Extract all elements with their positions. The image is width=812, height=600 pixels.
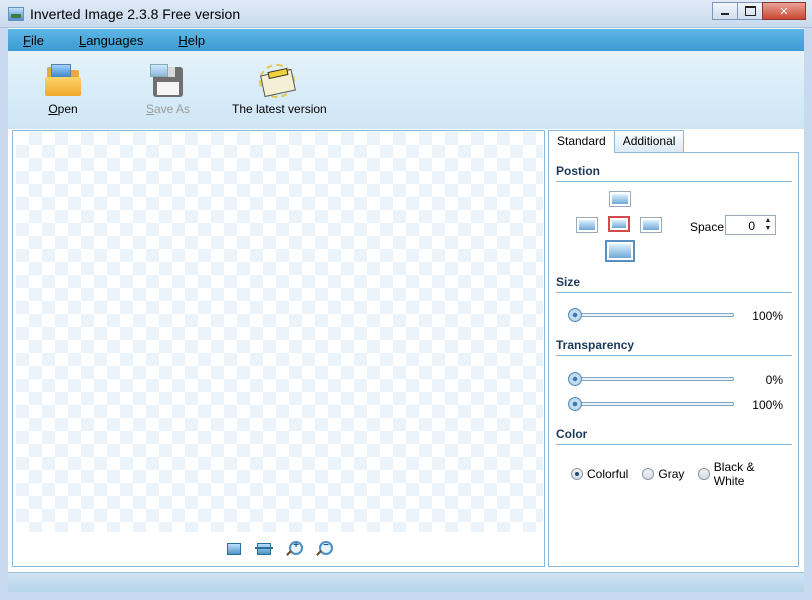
window-frame-right (804, 28, 812, 600)
radio-button-icon (698, 468, 710, 480)
position-section-title: Postion (556, 164, 792, 182)
position-center-button[interactable] (608, 216, 630, 232)
zoom-in-icon[interactable]: + (285, 540, 303, 557)
radio-gray[interactable]: Gray (642, 460, 684, 488)
position-bottom-button[interactable] (605, 240, 635, 262)
settings-tabs: Standard Additional (548, 130, 685, 153)
title-bar: Inverted Image 2.3.8 Free version ✕ (0, 0, 812, 28)
radio-colorful-label: Colorful (587, 467, 629, 481)
window-controls: ✕ (712, 2, 806, 20)
image-thumbnail-icon (612, 220, 626, 228)
maximize-button[interactable] (737, 2, 763, 20)
menu-file-label: ile (30, 32, 44, 48)
image-thumbnail-icon (612, 194, 628, 204)
slider-knob[interactable] (568, 308, 582, 322)
transparency-end-slider[interactable] (568, 397, 735, 411)
save-as-button[interactable]: Save As (138, 64, 198, 116)
position-left-button[interactable] (576, 217, 598, 233)
spin-down-icon[interactable]: ▼ (763, 225, 773, 233)
transparency-end-value: 100% (752, 398, 783, 412)
window-frame-left (0, 28, 8, 600)
position-top-button[interactable] (609, 191, 631, 207)
latest-version-label: The latest version (232, 102, 327, 116)
position-right-button[interactable] (640, 217, 662, 233)
minimize-button[interactable] (712, 2, 738, 20)
menu-languages-label: anguages (86, 32, 144, 48)
size-slider[interactable] (568, 308, 735, 322)
size-section-title: Size (556, 275, 792, 293)
settings-panel: Standard Additional Postion Space 0 ▲ ▼ … (548, 130, 799, 567)
latest-version-button[interactable]: The latest version (232, 64, 327, 116)
save-as-label: Save As (145, 102, 191, 116)
folder-open-icon (45, 64, 81, 98)
radio-gray-label: Gray (658, 467, 685, 481)
menu-languages[interactable]: Languages (64, 33, 143, 48)
slider-knob[interactable] (568, 372, 582, 386)
app-icon (8, 7, 24, 21)
transparent-canvas[interactable] (16, 132, 543, 532)
status-bar (8, 572, 804, 592)
tab-standard[interactable]: Standard (548, 130, 615, 153)
radio-black-white[interactable]: Black & White (698, 460, 784, 488)
open-button[interactable]: Open (38, 64, 88, 116)
image-preview-panel: + − (12, 130, 545, 567)
transparency-section-title: Transparency (556, 338, 792, 356)
color-mode-group: Colorful Gray Black & White (571, 460, 798, 488)
space-value: 0 (748, 219, 755, 233)
zoom-fit-icon[interactable] (225, 541, 243, 557)
transparency-start-slider[interactable] (568, 372, 735, 386)
actual-size-icon[interactable] (255, 541, 273, 557)
close-button[interactable]: ✕ (762, 2, 806, 20)
toolbar: Open Save As The latest version (8, 51, 804, 129)
image-thumbnail-icon (579, 220, 595, 230)
open-label: Open (48, 102, 78, 116)
radio-black-white-label: Black & White (713, 460, 755, 488)
menu-help-mnemonic: H (178, 32, 188, 48)
window-title: Inverted Image 2.3.8 Free version (30, 6, 241, 22)
slider-knob[interactable] (568, 397, 582, 411)
zoom-out-icon[interactable]: − (315, 540, 333, 557)
standard-tab-content: Postion Space 0 ▲ ▼ Size 100% Transparen… (548, 152, 799, 567)
menu-help-label: elp (187, 32, 206, 48)
floppy-disk-icon (150, 64, 186, 98)
radio-button-icon (642, 468, 655, 480)
size-value: 100% (752, 309, 783, 323)
menu-file[interactable]: File (8, 33, 44, 48)
menu-file-mnemonic: F (23, 32, 31, 48)
space-label: Space (690, 220, 725, 234)
image-thumbnail-icon (643, 220, 659, 230)
view-tools: + − (225, 540, 345, 557)
menu-bar: File Languages Help (8, 29, 804, 51)
radio-button-icon (571, 468, 583, 480)
radio-colorful[interactable]: Colorful (571, 460, 628, 488)
window-frame-bottom (0, 592, 812, 600)
spin-up-icon[interactable]: ▲ (763, 217, 773, 225)
color-section-title: Color (556, 427, 792, 445)
extra-newspaper-icon (259, 64, 296, 98)
transparency-start-value: 0% (765, 373, 783, 387)
close-icon: ✕ (779, 5, 789, 18)
space-spinbox[interactable]: 0 ▲ ▼ (725, 215, 776, 235)
image-thumbnail-icon (609, 244, 631, 258)
menu-help[interactable]: Help (163, 33, 205, 48)
tab-additional[interactable]: Additional (613, 130, 685, 152)
